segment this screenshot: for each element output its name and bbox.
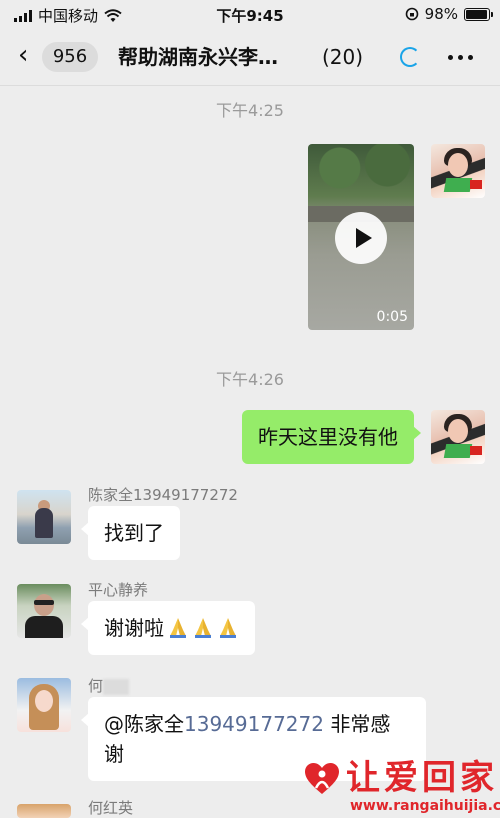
member-count: (20) <box>322 45 364 69</box>
watermark-title: 让爱回家 <box>346 758 498 798</box>
avatar-chen[interactable] <box>17 490 71 544</box>
mention-text: @陈家全 <box>104 712 184 736</box>
chat-header: ‹ 956 帮助湖南永兴李… (20) <box>0 28 500 86</box>
folded-hands-emoji-icon <box>220 618 236 638</box>
sender-name: 平心静养 <box>88 581 149 599</box>
sender-name: 何红英 <box>88 799 134 817</box>
more-options-icon[interactable] <box>448 55 473 60</box>
timestamp: 下午4:26 <box>216 370 284 389</box>
loading-spinner-icon <box>400 47 420 67</box>
avatar-self[interactable] <box>431 144 485 198</box>
battery-icon <box>464 7 493 21</box>
sender-name: 陈家全13949177272 <box>88 486 238 504</box>
timestamp: 下午4:25 <box>216 101 284 120</box>
avatar-ping[interactable] <box>17 584 71 638</box>
incoming-message[interactable]: 找到了 <box>81 506 180 560</box>
outgoing-message[interactable]: 昨天这里没有他 <box>242 410 421 464</box>
phone-link[interactable]: 13949177272 <box>184 712 324 736</box>
incoming-message[interactable]: 谢谢啦 <box>81 601 255 655</box>
sender-name: 何 <box>88 675 130 696</box>
rotation-lock-icon <box>405 7 418 21</box>
watermark-url: www.rangaihuijia.com <box>350 798 500 814</box>
chat-title: 帮助湖南永兴李… <box>118 45 278 69</box>
back-chevron-icon[interactable]: ‹ <box>18 42 28 68</box>
status-bar: 中国移动 下午9:45 98% <box>0 0 500 28</box>
avatar-self[interactable] <box>431 410 485 464</box>
message-text: 谢谢啦 <box>104 616 164 640</box>
play-icon[interactable] <box>335 212 387 264</box>
heart-logo-icon <box>305 763 339 794</box>
avatar-he[interactable] <box>17 678 71 732</box>
video-duration: 0:05 <box>376 309 408 325</box>
watermark-logo: 让爱回家 www.rangaihuijia.com <box>300 758 500 818</box>
video-message[interactable]: 0:05 <box>308 144 414 330</box>
status-right: 98% <box>405 5 493 23</box>
folded-hands-emoji-icon <box>170 618 186 638</box>
redacted-name <box>103 678 130 695</box>
unread-count-badge[interactable]: 956 <box>42 42 98 72</box>
avatar-he-hongying[interactable] <box>17 804 71 818</box>
folded-hands-emoji-icon <box>195 618 211 638</box>
battery-percent: 98% <box>424 5 458 23</box>
